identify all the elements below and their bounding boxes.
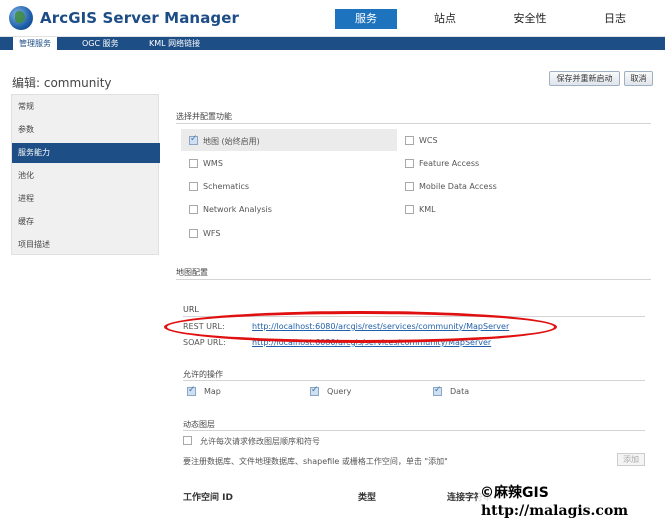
checkbox-op-query[interactable] — [310, 385, 319, 396]
nav-tab-security[interactable]: 安全性 — [500, 9, 560, 29]
subtab-kml-links[interactable]: KML 网络链接 — [149, 37, 200, 50]
checkbox-wcs[interactable] — [405, 136, 414, 145]
checkbox-kml[interactable] — [405, 205, 414, 214]
watermark-url: http://malagis.com — [481, 503, 629, 519]
save-restart-button[interactable]: 保存并重新启动 — [549, 71, 620, 86]
sidebar-item-processes[interactable]: 进程 — [12, 189, 160, 209]
checkbox-op-data-label: Data — [450, 387, 470, 396]
column-header-type: 类型 — [358, 493, 377, 503]
checkbox-mobile-data-access[interactable] — [405, 182, 414, 191]
checkbox-op-map[interactable] — [187, 385, 196, 396]
watermark-copyright: ©麻辣GIS — [478, 482, 551, 502]
checkbox-dynamic-layers-label: 允许每次请求修改图层顺序和符号 — [200, 437, 320, 446]
map-config-heading: 地图配置 — [176, 268, 208, 277]
checkbox-network-analysis[interactable] — [189, 205, 198, 214]
add-workspace-button[interactable]: 添加 — [617, 453, 645, 466]
top-bar: ArcGIS Server Manager 服务 站点 安全性 日志 — [0, 0, 665, 37]
sidebar-item-item-description[interactable]: 项目描述 — [12, 235, 160, 255]
sidebar-item-pooling[interactable]: 池化 — [12, 166, 160, 186]
checkbox-op-map-label: Map — [204, 387, 221, 396]
red-highlight-oval — [164, 311, 557, 343]
app-title: ArcGIS Server Manager — [40, 9, 240, 27]
page-title: 编辑: community — [12, 76, 112, 90]
subtab-ogc-services[interactable]: OGC 服务 — [82, 37, 119, 50]
capabilities-heading: 选择并配置功能 — [176, 112, 232, 121]
checkbox-map[interactable] — [189, 134, 198, 145]
dynamic-layers-heading: 动态图层 — [183, 420, 215, 429]
checkbox-map-label: 地图 (始终启用) — [203, 137, 260, 146]
checkbox-op-data[interactable] — [433, 385, 442, 396]
checkbox-network-analysis-label: Network Analysis — [203, 205, 272, 214]
checkbox-wms[interactable] — [189, 159, 198, 168]
sidebar-item-parameters[interactable]: 参数 — [12, 120, 160, 140]
cancel-button[interactable]: 取消 — [624, 71, 653, 86]
checkbox-feature-access[interactable] — [405, 159, 414, 168]
sidebar-item-general[interactable]: 常规 — [12, 97, 160, 117]
sidebar-item-caching[interactable]: 缓存 — [12, 212, 160, 232]
subtab-manage-services[interactable]: 管理服务 — [13, 37, 57, 50]
checkbox-wms-label: WMS — [203, 159, 223, 168]
divider — [183, 380, 645, 381]
divider — [176, 279, 651, 280]
sub-nav-bar: 管理服务 OGC 服务 KML 网络链接 — [0, 37, 665, 50]
divider — [176, 123, 651, 124]
checkbox-op-query-label: Query — [327, 387, 352, 396]
settings-sidebar: 常规 参数 服务能力 池化 进程 缓存 项目描述 — [11, 94, 160, 255]
sidebar-item-capabilities[interactable]: 服务能力 — [12, 143, 160, 163]
soap-url-label: SOAP URL: — [183, 338, 226, 347]
nav-tab-site[interactable]: 站点 — [420, 9, 470, 29]
checkbox-kml-label: KML — [419, 205, 436, 214]
url-heading: URL — [183, 305, 199, 314]
checkbox-mobile-data-access-label: Mobile Data Access — [419, 182, 497, 191]
checkbox-feature-access-label: Feature Access — [419, 159, 480, 168]
checkbox-wfs[interactable] — [189, 229, 198, 238]
nav-tab-services[interactable]: 服务 — [335, 9, 397, 29]
checkbox-wcs-label: WCS — [419, 136, 438, 145]
allowed-operations-heading: 允许的操作 — [183, 370, 223, 379]
register-workspace-text: 要注册数据库、文件地理数据库、shapefile 或栅格工作空间，单击 "添加" — [183, 457, 448, 466]
column-header-workspace-id: 工作空间 ID — [183, 493, 233, 503]
checkbox-dynamic-layers[interactable] — [183, 436, 192, 445]
checkbox-schematics-label: Schematics — [203, 182, 250, 191]
nav-tab-logs[interactable]: 日志 — [590, 9, 640, 29]
checkbox-wfs-label: WFS — [203, 229, 221, 238]
divider — [183, 430, 645, 431]
arcgis-globe-logo-icon — [9, 6, 33, 30]
checkbox-schematics[interactable] — [189, 182, 198, 191]
